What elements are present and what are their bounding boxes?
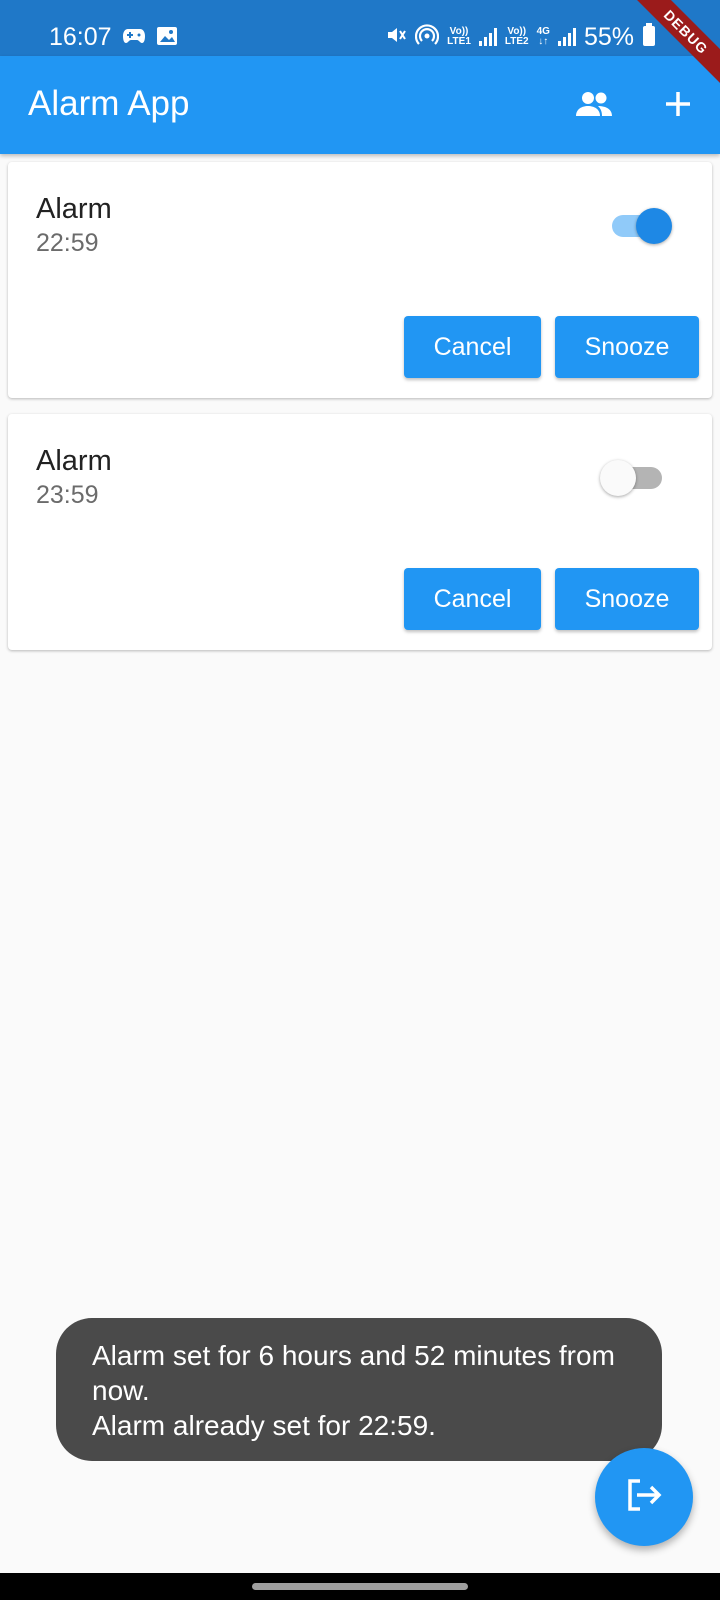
logout-button[interactable] bbox=[595, 1448, 693, 1546]
network-indicator: 4G ↓↑ bbox=[536, 26, 550, 47]
sim1-indicator: Vo)) LTE1 bbox=[447, 26, 471, 47]
hotspot-icon bbox=[415, 23, 440, 52]
app-bar: Alarm App bbox=[0, 56, 720, 154]
logout-icon bbox=[625, 1478, 663, 1517]
battery-percent: 55% bbox=[583, 23, 634, 51]
alarm-toggle[interactable] bbox=[600, 460, 666, 496]
image-icon bbox=[156, 26, 178, 51]
alarm-card: Alarm 23:59 Cancel Snooze bbox=[8, 414, 712, 650]
sim2-indicator: Vo)) LTE2 bbox=[504, 26, 529, 47]
status-time: 16:07 bbox=[49, 23, 112, 51]
people-icon bbox=[574, 90, 614, 123]
alarm-time: 22:59 bbox=[36, 229, 99, 257]
cancel-button[interactable]: Cancel bbox=[404, 568, 541, 630]
add-alarm-button[interactable] bbox=[654, 82, 702, 130]
toast-line: Alarm set for 6 hours and 52 minutes fro… bbox=[92, 1340, 615, 1406]
game-controller-icon bbox=[122, 26, 146, 51]
alarm-title: Alarm bbox=[36, 193, 112, 225]
mute-icon bbox=[385, 24, 407, 51]
battery-icon bbox=[642, 22, 656, 52]
page-title: Alarm App bbox=[28, 84, 190, 123]
alarm-title: Alarm bbox=[36, 445, 112, 477]
signal-icon bbox=[557, 28, 576, 46]
people-button[interactable] bbox=[570, 82, 618, 130]
home-handle[interactable] bbox=[252, 1583, 468, 1590]
alarm-card: Alarm 22:59 Cancel Snooze bbox=[8, 162, 712, 398]
toast-line: Alarm already set for 22:59. bbox=[92, 1410, 436, 1441]
snooze-button[interactable]: Snooze bbox=[555, 568, 699, 630]
cancel-button[interactable]: Cancel bbox=[404, 316, 541, 378]
alarm-time: 23:59 bbox=[36, 481, 99, 509]
alarm-toggle[interactable] bbox=[606, 208, 672, 244]
toast-message: Alarm set for 6 hours and 52 minutes fro… bbox=[56, 1318, 662, 1461]
signal-icon bbox=[478, 28, 497, 46]
add-icon bbox=[664, 90, 692, 123]
navigation-bar bbox=[0, 1573, 720, 1600]
status-bar: 16:07 Vo)) LTE1 Vo)) LTE2 4G ↓↑ 55% bbox=[0, 0, 720, 56]
snooze-button[interactable]: Snooze bbox=[555, 316, 699, 378]
